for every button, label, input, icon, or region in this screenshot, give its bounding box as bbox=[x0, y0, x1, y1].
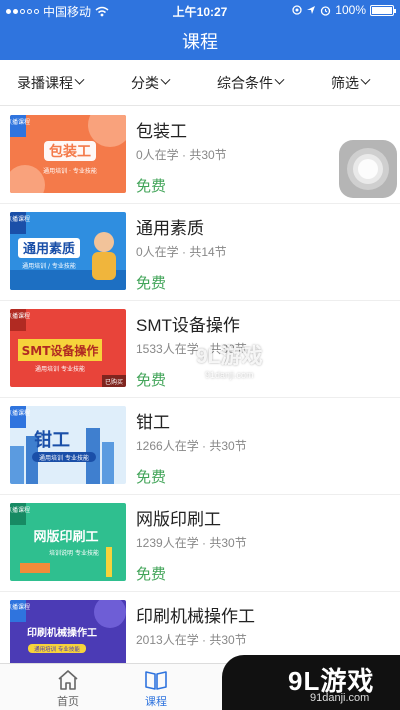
course-price: 免费 bbox=[136, 566, 167, 583]
course-meta: 1266人在学 · 共30节 bbox=[136, 439, 247, 453]
home-icon bbox=[58, 670, 78, 690]
filter-screen[interactable]: 筛选 bbox=[300, 60, 400, 105]
course-price: 免费 bbox=[136, 469, 167, 486]
filter-bar: 录播课程 分类 综合条件 筛选 bbox=[0, 60, 400, 106]
watermark-corner: 9L游戏 91danji.com bbox=[222, 655, 400, 710]
tab-course[interactable]: 课程 bbox=[116, 664, 196, 710]
svg-text:培训说明 专业技能: 培训说明 专业技能 bbox=[49, 549, 99, 557]
course-meta: 2013人在学 · 共30节 bbox=[136, 633, 247, 647]
svg-text:点播课程: 点播课程 bbox=[10, 215, 30, 223]
course-meta: 0人在学 · 共30节 bbox=[136, 148, 227, 162]
course-thumbnail: 点播课程 网版印刷工 培训说明 专业技能 bbox=[10, 503, 126, 581]
filter-sort-conditions[interactable]: 综合条件 bbox=[200, 60, 300, 105]
chevron-down-icon bbox=[74, 74, 85, 85]
course-meta: 0人在学 · 共14节 bbox=[136, 245, 227, 259]
course-title: 网版印刷工 bbox=[136, 510, 221, 529]
course-title: SMT设备操作 bbox=[136, 316, 240, 335]
status-bar: 中国移动 上午10:27 100% bbox=[0, 0, 400, 20]
course-title: 包装工 bbox=[136, 122, 187, 141]
svg-text:点播课程: 点播课程 bbox=[10, 409, 30, 417]
course-thumbnail: 点播课程 通用素质 通用培训 / 专业技能 bbox=[10, 212, 126, 290]
page-title: 课程 bbox=[182, 32, 218, 52]
assistive-touch-button[interactable] bbox=[339, 140, 397, 198]
course-title: 钳工 bbox=[136, 413, 170, 432]
course-thumbnail: 点播课程 SMT设备操作 通用培训 专业技能 已购买 bbox=[10, 309, 126, 387]
filter-category[interactable]: 分类 bbox=[100, 60, 200, 105]
svg-text:点播课程: 点播课程 bbox=[10, 603, 30, 611]
battery-percent: 100% bbox=[335, 3, 366, 17]
course-thumbnail: 点播课程 包装工 通用培训 · 专业技能 bbox=[10, 115, 126, 193]
course-item[interactable]: 点播课程 钳工 通用培训 专业技能 钳工 1266人在学 · 共30节 免费 bbox=[0, 398, 400, 495]
svg-text:通用培训 · 专业技能: 通用培训 · 专业技能 bbox=[43, 167, 97, 175]
course-item[interactable]: 点播课程 通用素质 通用培训 / 专业技能 通用素质 0人在学 · 共14节 免… bbox=[0, 204, 400, 301]
svg-text:通用培训 专业技能: 通用培训 专业技能 bbox=[35, 365, 85, 373]
course-price: 免费 bbox=[136, 178, 167, 195]
top-bar: 中国移动 上午10:27 100% 课程 bbox=[0, 0, 400, 60]
svg-text:通用培训 / 专业技能: 通用培训 / 专业技能 bbox=[22, 262, 76, 270]
course-item[interactable]: 点播课程 网版印刷工 培训说明 专业技能 网版印刷工 1239人在学 · 共30… bbox=[0, 495, 400, 592]
course-item[interactable]: 点播课程 印刷机械操作工 通用培训 专业技能 印刷机械操作工 2013人在学 ·… bbox=[0, 592, 400, 663]
svg-text:包装工: 包装工 bbox=[49, 143, 91, 160]
svg-text:SMT设备操作: SMT设备操作 bbox=[22, 343, 99, 358]
course-price: 免费 bbox=[136, 372, 167, 389]
watermark-logo: 9L游戏 91danji.com bbox=[196, 345, 263, 380]
svg-text:通用培训 专业技能: 通用培训 专业技能 bbox=[34, 645, 80, 653]
svg-text:点播课程: 点播课程 bbox=[10, 312, 30, 320]
course-title: 印刷机械操作工 bbox=[136, 607, 255, 626]
course-title: 通用素质 bbox=[136, 219, 204, 238]
chevron-down-icon bbox=[160, 74, 171, 85]
course-thumbnail: 点播课程 印刷机械操作工 通用培训 专业技能 bbox=[10, 600, 126, 663]
filter-recorded-courses[interactable]: 录播课程 bbox=[0, 60, 100, 105]
svg-text:钳工: 钳工 bbox=[34, 429, 70, 451]
battery-icon bbox=[370, 4, 396, 16]
chevron-down-icon bbox=[360, 74, 371, 85]
course-price: 免费 bbox=[136, 275, 167, 292]
chevron-down-icon bbox=[274, 74, 285, 85]
alarm-icon bbox=[321, 5, 331, 16]
location-icon bbox=[292, 5, 302, 15]
svg-text:点播课程: 点播课程 bbox=[10, 506, 30, 514]
course-thumbnail: 点播课程 钳工 通用培训 专业技能 bbox=[10, 406, 126, 484]
svg-text:通用培训 专业技能: 通用培训 专业技能 bbox=[39, 454, 89, 462]
svg-text:点播课程: 点播课程 bbox=[10, 118, 30, 126]
course-meta: 1239人在学 · 共30节 bbox=[136, 536, 247, 550]
svg-text:通用素质: 通用素质 bbox=[23, 241, 75, 257]
tab-home[interactable]: 首页 bbox=[28, 664, 108, 710]
svg-text:已购买: 已购买 bbox=[105, 378, 123, 386]
book-icon bbox=[145, 671, 167, 690]
svg-text:印刷机械操作工: 印刷机械操作工 bbox=[27, 626, 97, 639]
navigation-arrow-icon bbox=[307, 6, 316, 14]
svg-text:网版印刷工: 网版印刷工 bbox=[33, 529, 98, 545]
